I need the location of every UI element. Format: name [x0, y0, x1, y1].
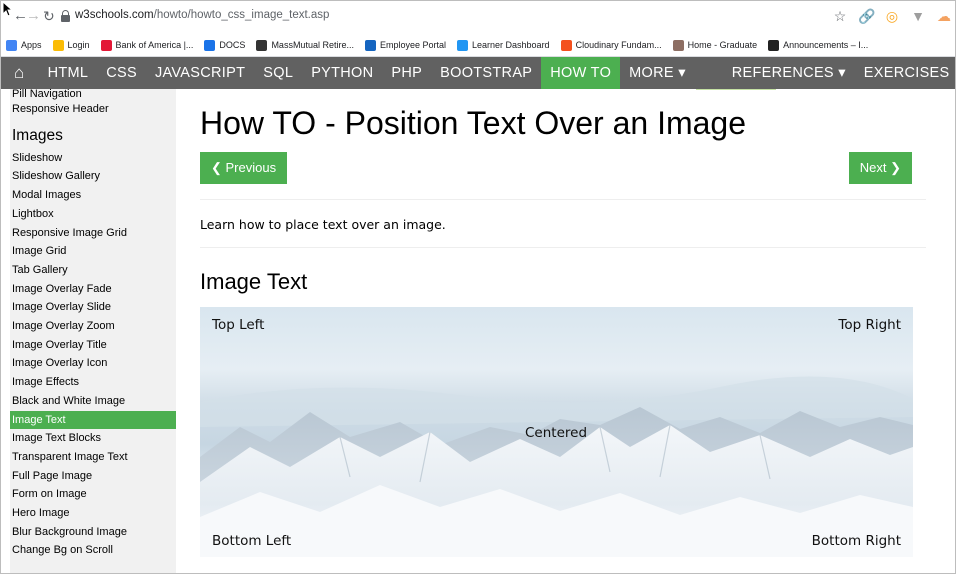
sidebar-item-image-grid[interactable]: Image Grid: [10, 242, 176, 261]
sidebar-item-image-text-blocks[interactable]: Image Text Blocks: [10, 429, 176, 448]
bookmark-docs[interactable]: DOCS: [204, 39, 246, 51]
nav-references[interactable]: REFERENCES ▾: [723, 57, 855, 89]
cloudinary-icon: [560, 39, 572, 51]
bookmark-label: Home - Graduate: [687, 40, 758, 50]
mountain-image: Top Left Top Right Centered Bottom Left …: [200, 307, 913, 557]
sidebar-item-image-overlay-title[interactable]: Image Overlay Title: [10, 336, 176, 355]
bookmark-label: Announcements – I...: [783, 40, 869, 50]
bookmark-bank-of-america[interactable]: Bank of America |...: [100, 39, 194, 51]
sidebar-item-change-bg-on-scroll[interactable]: Change Bg on Scroll: [10, 541, 176, 560]
nav-exercises[interactable]: EXERCISES: [855, 57, 956, 89]
bookmark-massmutual-retire[interactable]: MassMutual Retire...: [256, 39, 354, 51]
caption-bottom-left: Bottom Left: [212, 533, 292, 549]
docs-icon: [204, 39, 216, 51]
bookmark-label: Cloudinary Fundam...: [575, 40, 662, 50]
sidebar-item-lightbox[interactable]: Lightbox: [10, 205, 176, 224]
sidebar-heading: Images: [12, 126, 63, 144]
nav-php[interactable]: PHP: [382, 57, 431, 89]
divider: [200, 199, 926, 200]
browser-chrome: ← → ↻ w3schools.com/howto/howto_css_imag…: [0, 0, 956, 57]
url-domain: w3schools.com: [75, 9, 154, 21]
bookmark-home-graduate[interactable]: Home - Graduate: [672, 39, 758, 51]
caption-top-left: Top Left: [212, 317, 265, 333]
bookmark-cloudinary-fundam[interactable]: Cloudinary Fundam...: [560, 39, 662, 51]
page-title: How TO - Position Text Over an Image: [200, 105, 747, 141]
apps-grid-icon: [6, 39, 17, 51]
next-button[interactable]: Next ❯: [848, 152, 912, 184]
caption-bottom-right: Bottom Right: [811, 533, 901, 549]
site-top-nav: ⌂ HTML CSS JAVASCRIPT SQL PYTHON PHP BOOTSTRAP…: [0, 57, 956, 89]
sidebar-item-hero-image[interactable]: Hero Image: [10, 504, 176, 523]
divider: [200, 247, 926, 248]
url-path: /howto/howto_css_image_text.asp: [153, 9, 330, 21]
sidebar-item-form-on-image[interactable]: Form on Image: [10, 485, 176, 504]
nav-sql[interactable]: SQL: [254, 57, 302, 89]
home-icon[interactable]: ⌂: [0, 57, 39, 89]
bookmark-label: Bank of America |...: [115, 40, 194, 50]
nav-bootstrap[interactable]: BOOTSTRAP: [431, 57, 541, 89]
address-bar-row: ← → ↻ w3schools.com/howto/howto_css_imag…: [0, 0, 956, 33]
bookmark-learner-dashboard[interactable]: Learner Dashboard: [457, 39, 550, 51]
sidebar-item-slideshow[interactable]: Slideshow: [10, 149, 176, 168]
nav-how-to[interactable]: HOW TO: [541, 57, 621, 89]
vuejs-extension-icon[interactable]: ▼: [910, 8, 926, 24]
bookmark-apps[interactable]: Apps: [6, 39, 42, 51]
sidebar-item-pill-navigation[interactable]: Pill Navigation: [10, 89, 176, 100]
sidebar-item-responsive-image-grid[interactable]: Responsive Image Grid: [10, 224, 176, 243]
previous-button[interactable]: ❮ Previous: [200, 152, 288, 184]
sidebar-item-full-page-image[interactable]: Full Page Image: [10, 467, 176, 486]
url-field[interactable]: w3schools.com/howto/howto_css_image_text…: [75, 9, 329, 21]
bookmark-label: DOCS: [219, 40, 246, 50]
nav-more[interactable]: MORE ▾: [620, 57, 695, 89]
sidebar-item-transparent-image-text[interactable]: Transparent Image Text: [10, 448, 176, 467]
sidebar-item-image-overlay-slide[interactable]: Image Overlay Slide: [10, 298, 176, 317]
bookmark-employee-portal[interactable]: Employee Portal: [364, 39, 447, 51]
bookmarks-bar: Apps Login Bank of America |... DOCS MassMut…: [0, 33, 956, 57]
caption-centered: Centered: [525, 425, 588, 441]
sidebar-item-blur-background-image[interactable]: Blur Background Image: [10, 523, 176, 542]
ad-strip: [696, 89, 776, 90]
massmutual-icon: [256, 39, 268, 51]
blackboard-icon: [768, 39, 780, 51]
bookmark-label: Login: [67, 40, 90, 50]
bookmark-label: Learner Dashboard: [472, 40, 550, 50]
link-extension-icon[interactable]: 🔗: [858, 8, 875, 24]
nav-javascript[interactable]: JAVASCRIPT: [146, 57, 254, 89]
sidebar-item-image-overlay-zoom[interactable]: Image Overlay Zoom: [10, 317, 176, 336]
reload-icon[interactable]: ↻: [43, 7, 55, 25]
circle-extension-icon[interactable]: ◎: [884, 8, 900, 24]
lock-icon: [61, 10, 70, 22]
bookmark-label: Apps: [21, 40, 42, 50]
graduate-icon: [672, 39, 684, 51]
bofa-icon: [100, 39, 112, 51]
bookmark-label: MassMutual Retire...: [271, 40, 354, 50]
bookmark-login[interactable]: Login: [52, 39, 90, 51]
sidebar-item-image-overlay-fade[interactable]: Image Overlay Fade: [10, 280, 176, 299]
intro-text: Learn how to place text over an image.: [200, 217, 446, 232]
nav-css[interactable]: CSS: [97, 57, 146, 89]
learner-icon: [457, 39, 469, 51]
sidebar: Pill Navigation Responsive Header Images Sl…: [10, 89, 176, 574]
sidebar-item-image-effects[interactable]: Image Effects: [10, 373, 176, 392]
sidebar-item-black-and-white-image[interactable]: Black and White Image: [10, 392, 176, 411]
nav-html[interactable]: HTML: [39, 57, 98, 89]
portal-triangle-icon: [364, 39, 376, 51]
nav-python[interactable]: PYTHON: [302, 57, 382, 89]
bookmark-label: Employee Portal: [379, 40, 447, 50]
section-title: Image Text: [200, 269, 308, 294]
sidebar-item-image-overlay-icon[interactable]: Image Overlay Icon: [10, 354, 176, 373]
sidebar-item-image-text[interactable]: Image Text: [10, 410, 176, 430]
cloud-extension-icon[interactable]: ☁: [936, 8, 952, 24]
main-content: How TO - Position Text Over an Image ❮ P…: [176, 89, 956, 574]
extension-icons: ☆ 🔗 ◎ ▼ ☁: [832, 6, 952, 26]
bookmark-star-icon[interactable]: ☆: [832, 8, 848, 24]
sidebar-item-responsive-header[interactable]: Responsive Header: [10, 100, 176, 119]
bookmark-announcements-i[interactable]: Announcements – I...: [768, 39, 869, 51]
caption-top-right: Top Right: [838, 317, 901, 333]
forward-arrow-icon[interactable]: →: [26, 7, 41, 25]
sidebar-item-tab-gallery[interactable]: Tab Gallery: [10, 261, 176, 280]
login-flag-icon: [52, 39, 64, 51]
sidebar-item-slideshow-gallery[interactable]: Slideshow Gallery: [10, 167, 176, 186]
sidebar-item-modal-images[interactable]: Modal Images: [10, 186, 176, 205]
